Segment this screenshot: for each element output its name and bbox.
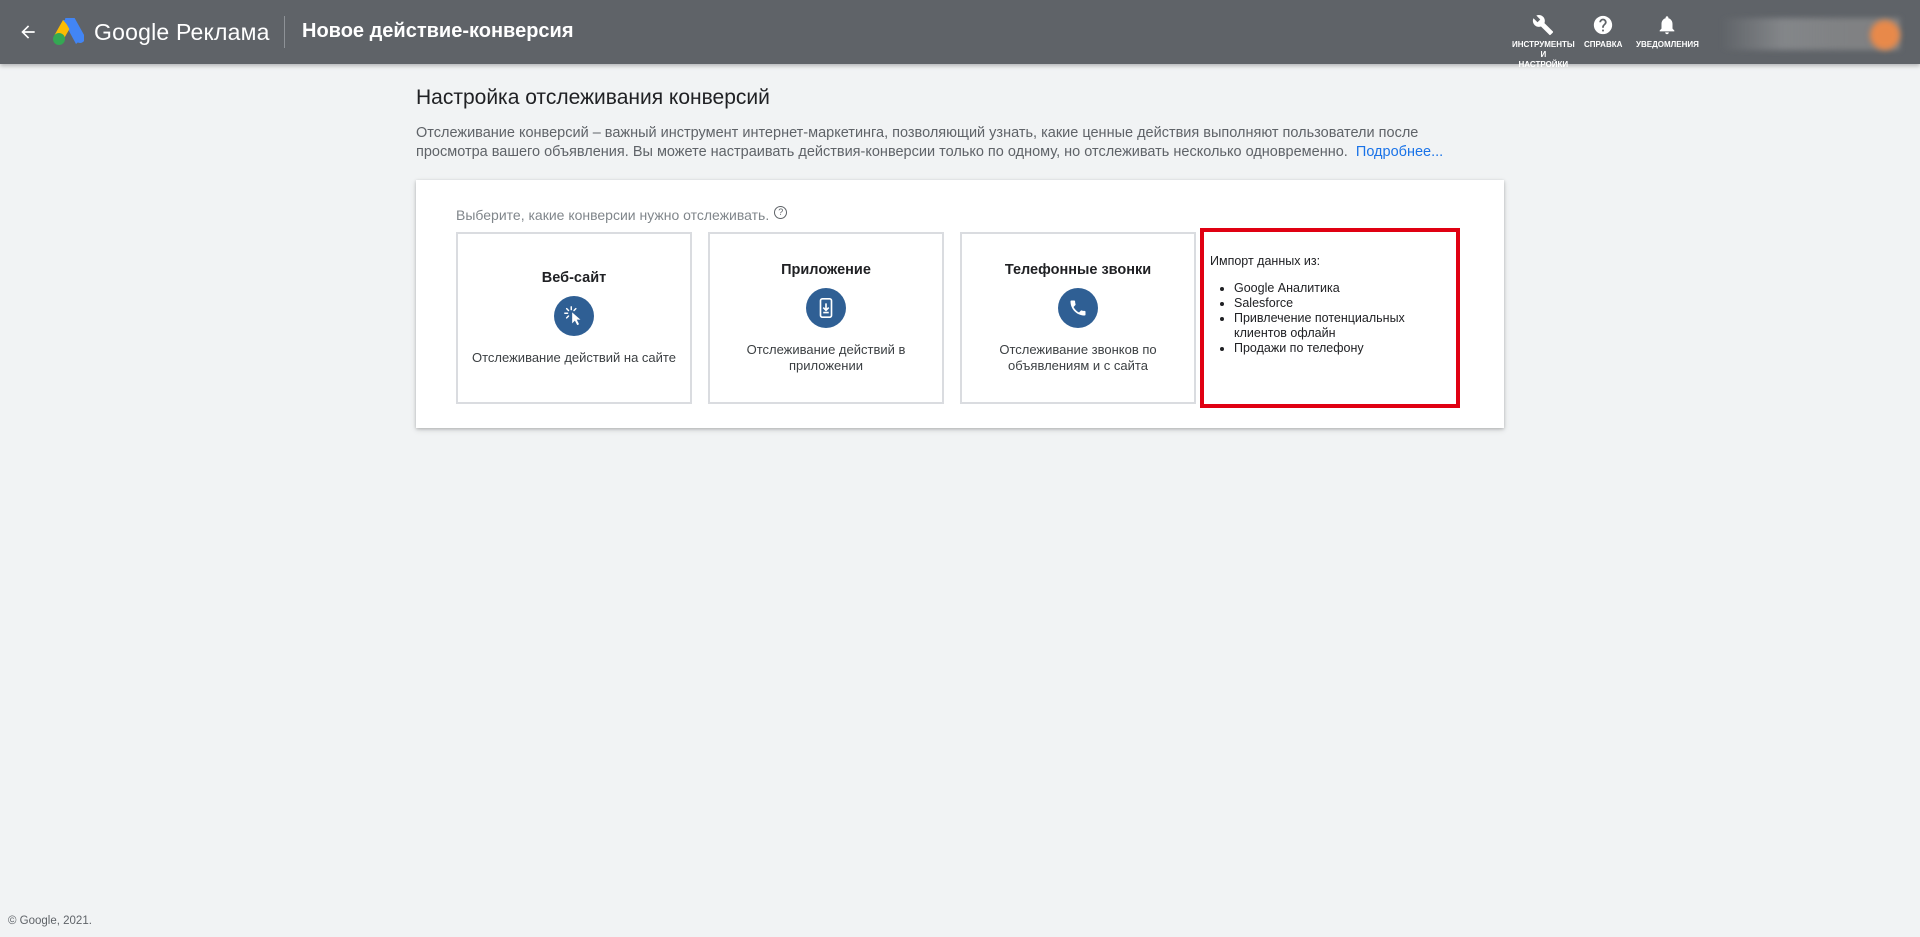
help-label: СПРАВКА [1584, 40, 1623, 49]
option-app[interactable]: Приложение Отслеживание действий в прило… [708, 232, 944, 404]
list-item: Salesforce [1234, 296, 1448, 311]
tools-label-line3: НАСТРОЙКИ [1518, 60, 1569, 69]
page-title: Новое действие-конверсия [302, 20, 574, 42]
choose-conversion-text: Выберите, какие конверсии нужно отслежив… [456, 207, 770, 223]
google-ads-logo[interactable]: Google Реклама [52, 16, 270, 48]
help-button[interactable]: СПРАВКА [1584, 12, 1622, 50]
brand-name: Google Реклама [94, 18, 270, 45]
section-title: Настройка отслеживания конверсий [416, 86, 770, 109]
header-divider [284, 16, 285, 48]
import-title: Импорт данных из: [1210, 254, 1321, 268]
option-app-title: Приложение [781, 262, 871, 278]
list-item: Привлечение потенциальных клиентов офлай… [1234, 311, 1448, 341]
option-website-desc: Отслеживание действий на сайте [472, 350, 676, 365]
option-website-title: Веб-сайт [541, 270, 607, 286]
top-bar: Google Реклама Новое действие-конверсия … [0, 0, 1920, 69]
intro-line-2: просмотра вашего объявления. Вы можете н… [416, 144, 1348, 160]
tools-label-line1: ИНСТРУМЕНТЫ [1512, 40, 1575, 49]
copyright: © Google, 2021. [8, 915, 92, 927]
conversion-type-card: Выберите, какие конверсии нужно отслежив… [416, 180, 1504, 428]
option-phone-calls-title: Телефонные звонки [1004, 262, 1152, 278]
cursor-click-icon [554, 296, 594, 336]
back-arrow-icon[interactable] [14, 18, 42, 46]
option-phone-calls[interactable]: Телефонные звонки Отслеживание звонков п… [960, 232, 1196, 404]
phone-call-icon [1058, 288, 1098, 328]
tools-label-line2: И [1540, 50, 1547, 59]
intro-text: Отслеживание конверсий – важный инструме… [416, 124, 1504, 162]
option-import[interactable]: Импорт данных из: Google Аналитика Sales… [1200, 228, 1460, 408]
option-app-desc: Отслеживание действий в приложении [746, 342, 906, 373]
bell-icon [1654, 12, 1680, 38]
intro-line-1: Отслеживание конверсий – важный инструме… [416, 125, 1419, 141]
choose-conversion-label: Выберите, какие конверсии нужно отслежив… [456, 205, 788, 223]
notifications-button[interactable]: УВЕДОМЛЕНИЯ [1636, 12, 1699, 50]
import-sources-list: Google Аналитика Salesforce Привлечение … [1210, 281, 1448, 356]
learn-more-link[interactable]: Подробнее... [1356, 144, 1443, 160]
notifications-label: УВЕДОМЛЕНИЯ [1636, 40, 1699, 49]
tools-and-settings-button[interactable]: ИНСТРУМЕНТЫ И НАСТРОЙКИ [1512, 12, 1575, 70]
main-content: Настройка отслеживания конверсий Отслежи… [416, 86, 1504, 162]
avatar[interactable] [1870, 20, 1900, 50]
wrench-icon [1530, 12, 1556, 38]
list-item: Google Аналитика [1234, 281, 1448, 296]
help-circle-icon[interactable]: ? [774, 205, 788, 219]
google-ads-logo-icon [53, 18, 84, 45]
phone-download-icon [806, 288, 846, 328]
option-phone-calls-desc: Отслеживание звонков по объявлениям и с … [999, 342, 1157, 373]
list-item: Продажи по телефону [1234, 341, 1448, 356]
help-icon [1590, 12, 1616, 38]
option-website[interactable]: Веб-сайт Отслеживание действий на сайте [456, 232, 692, 404]
